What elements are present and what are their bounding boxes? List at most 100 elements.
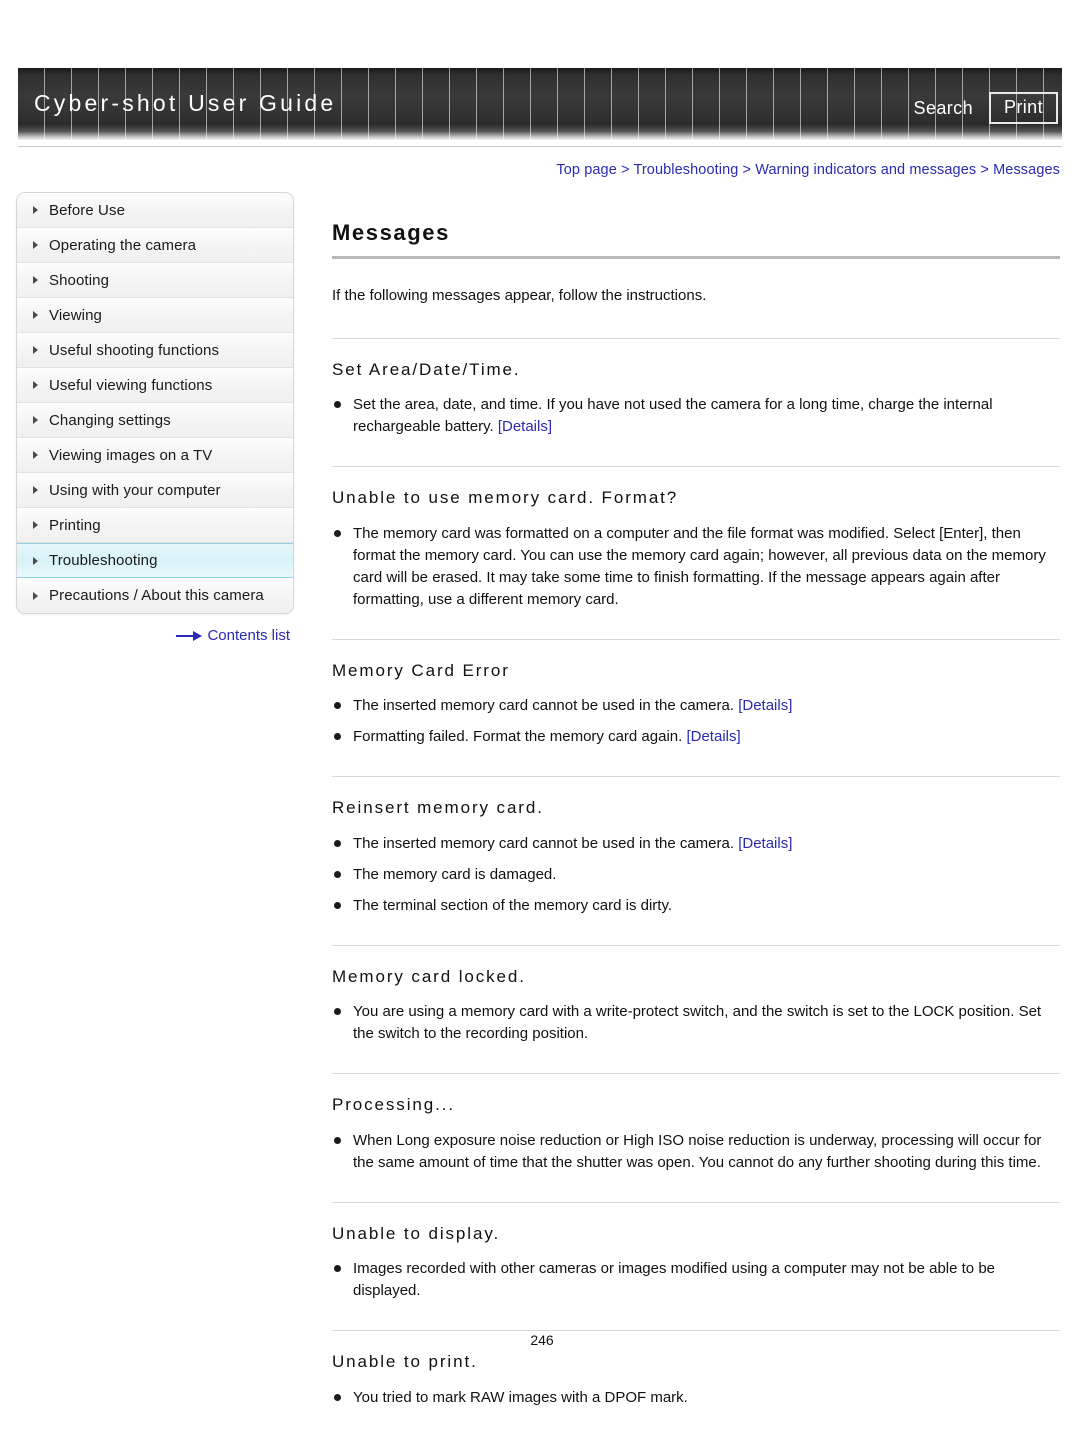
message-section: Unable to use memory card. Format? The me… bbox=[332, 466, 1060, 611]
sidebar-item-troubleshooting[interactable]: Troubleshooting bbox=[17, 543, 293, 578]
details-link[interactable]: [Details] bbox=[738, 697, 792, 714]
message-section: Reinsert memory card. The inserted memory… bbox=[332, 776, 1060, 917]
section-title: Unable to print. bbox=[332, 1352, 478, 1372]
chevron-right-icon bbox=[33, 556, 38, 565]
bullet-list: When Long exposure noise reduction or Hi… bbox=[332, 1130, 1060, 1174]
list-item-text: The inserted memory card cannot be used … bbox=[353, 697, 739, 715]
list-item-text: Images recorded with other cameras or im… bbox=[353, 1260, 995, 1300]
chevron-right-icon bbox=[33, 591, 38, 600]
section-title: Unable to use memory card. Format? bbox=[332, 488, 679, 508]
sidebar-item-precautions-about-this-camera[interactable]: Precautions / About this camera bbox=[17, 578, 293, 613]
breadcrumb-separator: > bbox=[621, 162, 630, 178]
sidebar-item-viewing-images-on-a-tv[interactable]: Viewing images on a TV bbox=[17, 438, 293, 473]
main-content: Messages If the following messages appea… bbox=[332, 220, 1060, 1437]
chevron-right-icon bbox=[33, 346, 38, 354]
sidebar-item-useful-shooting-functions[interactable]: Useful shooting functions bbox=[17, 333, 293, 368]
sidebar-item-label: Using with your computer bbox=[49, 481, 221, 499]
page-title: Messages bbox=[332, 220, 450, 245]
sidebar-item-useful-viewing-functions[interactable]: Useful viewing functions bbox=[17, 368, 293, 403]
breadcrumb-item-top-page[interactable]: Top page bbox=[556, 162, 616, 178]
bullet-list: The inserted memory card cannot be used … bbox=[332, 833, 1060, 917]
list-item: Images recorded with other cameras or im… bbox=[332, 1258, 1060, 1302]
sidebar-item-label: Changing settings bbox=[49, 411, 171, 429]
sidebar-item-changing-settings[interactable]: Changing settings bbox=[17, 403, 293, 438]
details-link[interactable]: [Details] bbox=[738, 835, 792, 852]
chevron-right-icon bbox=[33, 311, 38, 319]
section-title: Reinsert memory card. bbox=[332, 798, 544, 818]
message-section: Memory card locked. You are using a memor… bbox=[332, 944, 1060, 1045]
message-section: Unable to display. Images recorded with o… bbox=[332, 1201, 1060, 1302]
chevron-right-icon bbox=[33, 416, 38, 424]
list-item-text: You are using a memory card with a write… bbox=[353, 1003, 1042, 1043]
title-divider bbox=[332, 256, 1060, 260]
sidebar-item-label: Useful shooting functions bbox=[49, 341, 220, 359]
bullet-list: You tried to mark RAW images with a DPOF… bbox=[332, 1387, 1060, 1409]
bullet-list: Set the area, date, and time. If you hav… bbox=[332, 394, 1060, 438]
sidebar-item-label: Viewing images on a TV bbox=[49, 446, 213, 464]
bullet-list: The memory card was formatted on a compu… bbox=[332, 523, 1060, 611]
breadcrumb-item-troubleshooting[interactable]: Troubleshooting bbox=[633, 162, 738, 178]
list-item-text: Formatting failed. Format the memory car… bbox=[353, 728, 687, 746]
section-title: Unable to display. bbox=[332, 1223, 501, 1243]
list-item: The inserted memory card cannot be used … bbox=[332, 833, 1060, 855]
list-item: Set the area, date, and time. If you hav… bbox=[332, 394, 1060, 438]
section-title: Memory Card Error bbox=[332, 660, 510, 680]
print-button[interactable]: Print bbox=[988, 92, 1058, 124]
section-title: Memory card locked. bbox=[332, 966, 526, 986]
list-item-text: When Long exposure noise reduction or Hi… bbox=[353, 1131, 1042, 1171]
chevron-right-icon bbox=[33, 486, 38, 494]
chevron-right-icon bbox=[33, 521, 38, 529]
sidebar-item-printing[interactable]: Printing bbox=[17, 508, 293, 543]
arrow-right-icon bbox=[176, 630, 203, 641]
header-divider bbox=[18, 146, 1062, 147]
sidebar-item-shooting[interactable]: Shooting bbox=[17, 263, 293, 298]
bullet-list: The inserted memory card cannot be used … bbox=[332, 695, 1060, 748]
sidebar-item-label: Troubleshooting bbox=[49, 552, 158, 569]
page-number: 246 bbox=[530, 1332, 554, 1348]
sidebar-item-label: Shooting bbox=[49, 271, 110, 289]
breadcrumb: Top page > Troubleshooting > Warning ind… bbox=[556, 162, 1060, 178]
chevron-right-icon bbox=[33, 241, 38, 249]
message-sections: Set Area/Date/Time. Set the area, date, a… bbox=[332, 337, 1060, 1409]
sidebar-item-label: Viewing bbox=[49, 306, 102, 324]
site-title: Cyber-shot User Guide bbox=[34, 90, 337, 116]
sidebar-item-operating-the-camera[interactable]: Operating the camera bbox=[17, 228, 293, 263]
list-item-text: The memory card is damaged. bbox=[353, 865, 557, 883]
list-item: You are using a memory card with a write… bbox=[332, 1001, 1060, 1045]
sidebar-item-before-use[interactable]: Before Use bbox=[17, 193, 293, 228]
list-item-text: The memory card was formatted on a compu… bbox=[353, 524, 1046, 608]
site-header: Cyber-shot User Guide Search Print bbox=[0, 0, 1080, 150]
sidebar-item-using-with-your-computer[interactable]: Using with your computer bbox=[17, 473, 293, 508]
breadcrumb-separator: > bbox=[742, 162, 752, 178]
breadcrumb-item-warning-indicators-and-messages[interactable]: Warning indicators and messages bbox=[755, 162, 976, 178]
breadcrumb-item-messages[interactable]: Messages bbox=[993, 162, 1060, 178]
list-item: The memory card is damaged. bbox=[332, 864, 1060, 886]
bullet-list: You are using a memory card with a write… bbox=[332, 1001, 1060, 1045]
list-item-text: The inserted memory card cannot be used … bbox=[353, 834, 739, 852]
contents-list-label: Contents list bbox=[207, 627, 290, 644]
sidebar-item-label: Printing bbox=[49, 516, 101, 534]
chevron-right-icon bbox=[33, 276, 38, 284]
chevron-right-icon bbox=[33, 451, 38, 459]
sidebar-item-label: Useful viewing functions bbox=[49, 376, 213, 394]
details-link[interactable]: [Details] bbox=[686, 728, 740, 745]
sidebar-item-viewing[interactable]: Viewing bbox=[17, 298, 293, 333]
sidebar-item-label: Before Use bbox=[49, 201, 126, 219]
sidebar-item-label: Precautions / About this camera bbox=[49, 587, 264, 604]
details-link[interactable]: [Details] bbox=[498, 418, 552, 435]
list-item: Formatting failed. Format the memory car… bbox=[332, 726, 1060, 748]
intro-text: If the following messages appear, follow… bbox=[332, 287, 707, 305]
list-item: You tried to mark RAW images with a DPOF… bbox=[332, 1387, 1060, 1409]
header-actions: Search Print bbox=[914, 92, 1058, 124]
list-item: The terminal section of the memory card … bbox=[332, 895, 1060, 917]
chevron-right-icon bbox=[33, 206, 38, 214]
list-item-text: Set the area, date, and time. If you hav… bbox=[353, 396, 993, 436]
sidebar-nav: Before Use Operating the camera Shooting Vi… bbox=[16, 192, 294, 614]
search-link[interactable]: Search bbox=[914, 99, 973, 117]
list-item: The memory card was formatted on a compu… bbox=[332, 523, 1060, 611]
message-section: Memory Card Error The inserted memory car… bbox=[332, 638, 1060, 748]
sidebar-item-label: Operating the camera bbox=[49, 236, 197, 254]
bullet-list: Images recorded with other cameras or im… bbox=[332, 1258, 1060, 1302]
breadcrumb-separator: > bbox=[980, 162, 989, 178]
contents-list-link[interactable]: Contents list bbox=[16, 628, 292, 643]
